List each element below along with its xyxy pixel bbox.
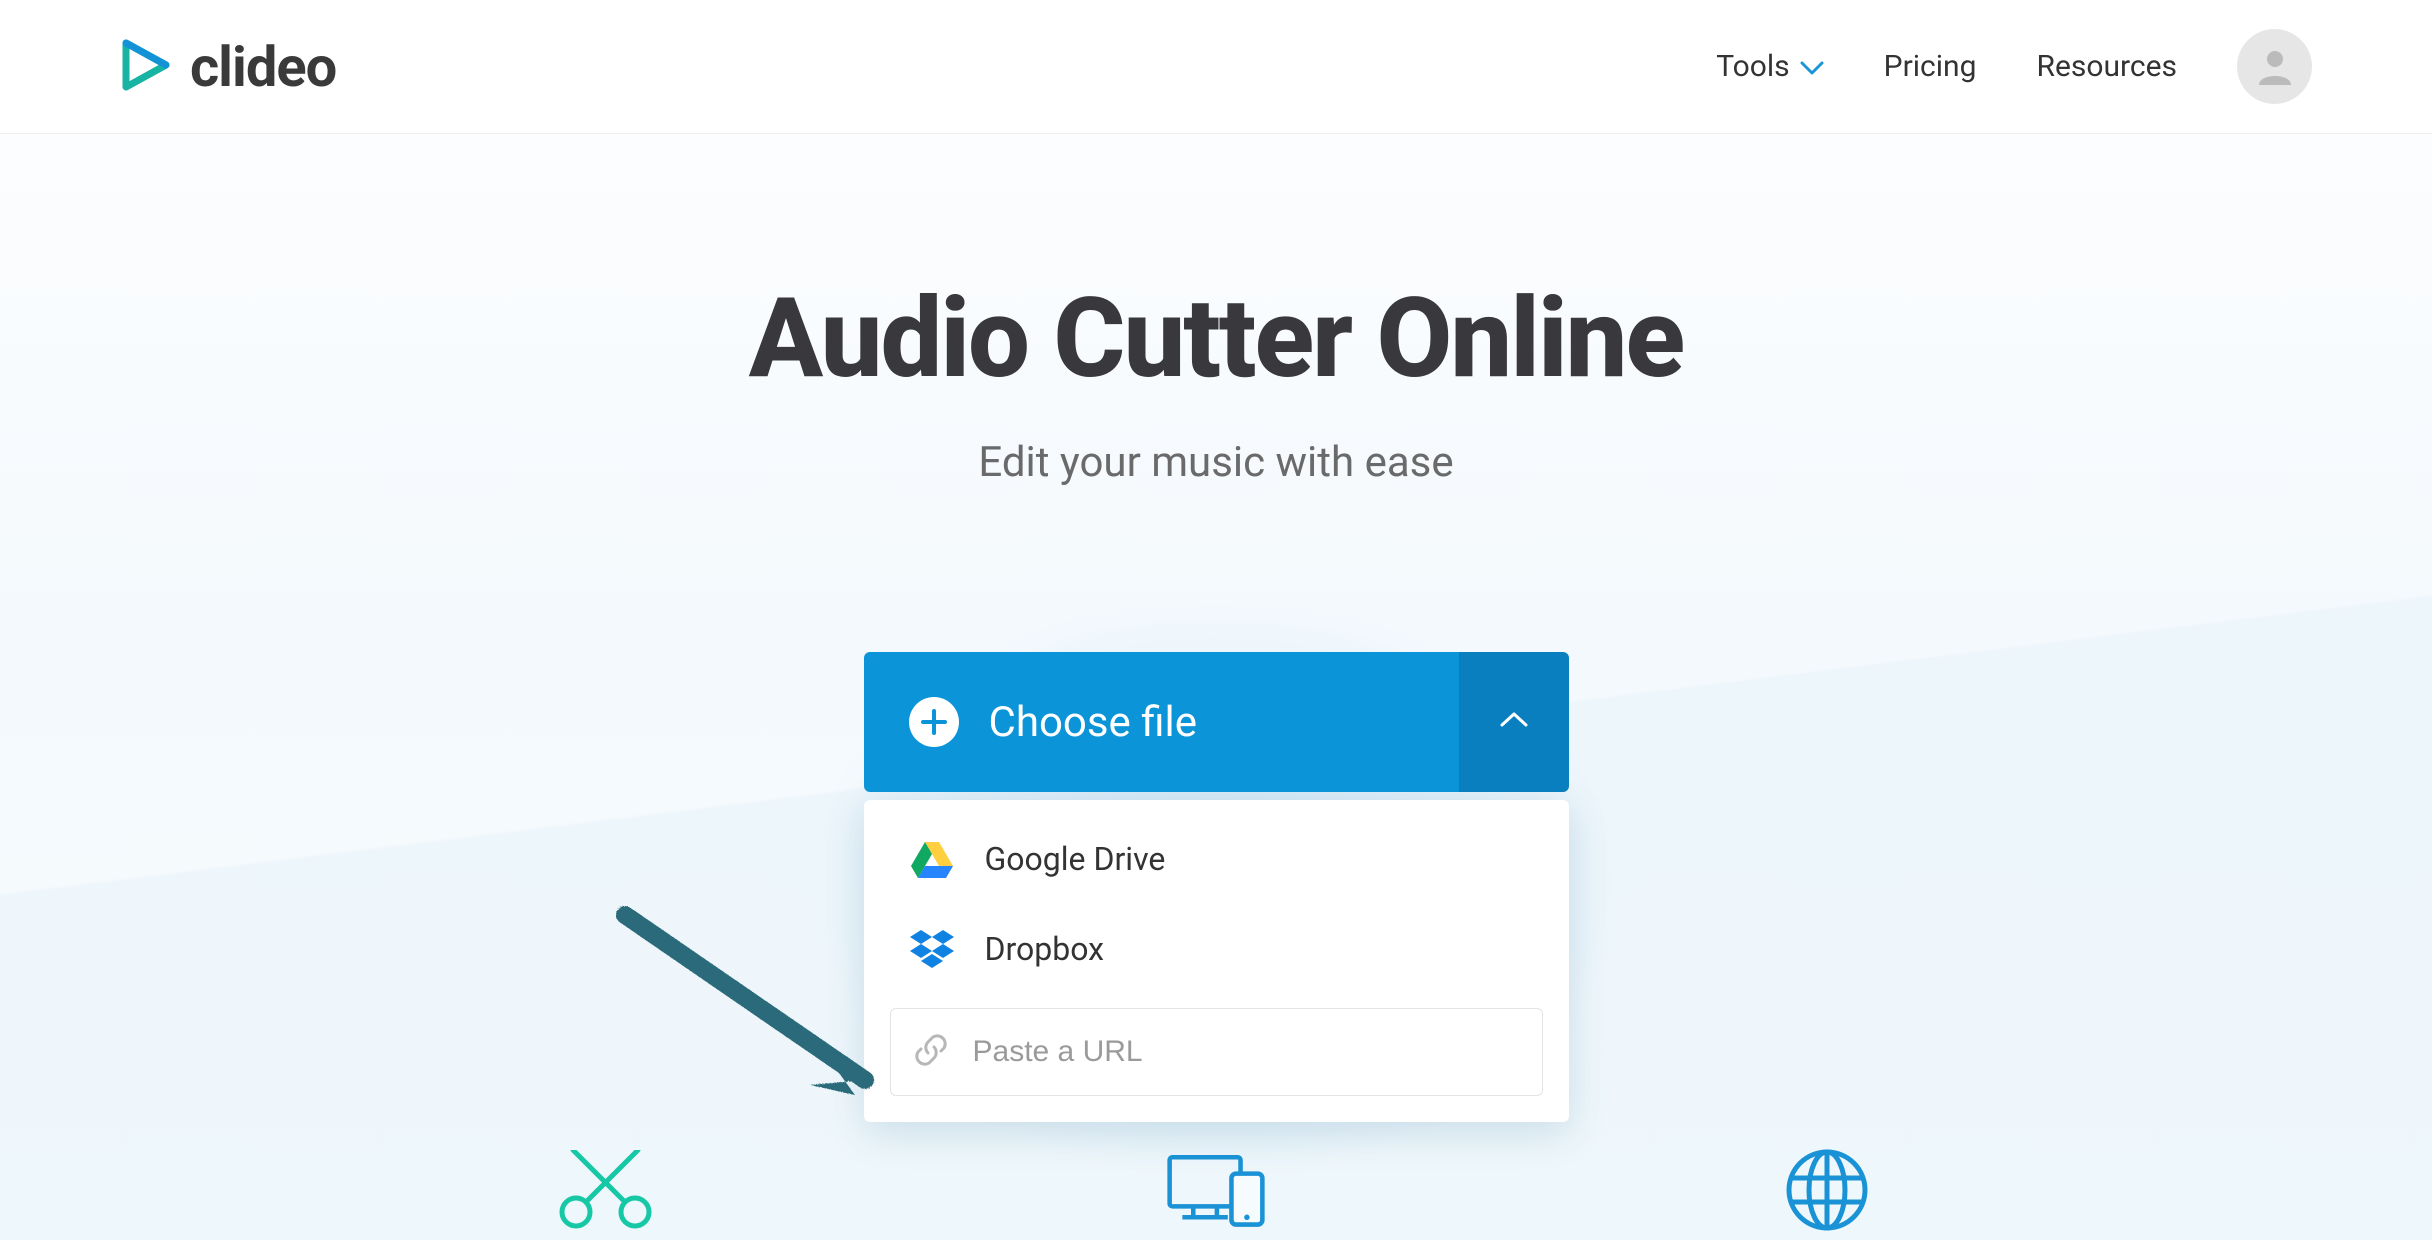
- account-avatar[interactable]: [2237, 29, 2312, 104]
- chevron-up-icon: [1499, 710, 1529, 734]
- nav-pricing-label: Pricing: [1884, 49, 1977, 84]
- brand-name: clideo: [190, 34, 336, 100]
- upload-panel: Choose file: [864, 652, 1569, 1122]
- feature-row: [0, 1140, 2432, 1240]
- upload-source-toggle[interactable]: [1459, 652, 1569, 792]
- choose-file-label: Choose file: [989, 698, 1198, 747]
- paste-url-row[interactable]: [890, 1008, 1543, 1096]
- main-content: Audio Cutter Online Edit your music with…: [0, 134, 2432, 1240]
- brand-logo[interactable]: clideo: [120, 34, 336, 100]
- source-dropbox[interactable]: Dropbox: [864, 904, 1569, 994]
- nav-tools[interactable]: Tools: [1716, 49, 1823, 84]
- choose-row: Choose file: [864, 652, 1569, 792]
- scissors-icon: [555, 1140, 655, 1240]
- play-icon: [120, 39, 172, 95]
- upload-source-dropdown: Google Drive Dropbox: [864, 800, 1569, 1122]
- nav-tools-label: Tools: [1716, 49, 1789, 84]
- plus-icon: [909, 697, 959, 747]
- page-title: Audio Cutter Online: [749, 274, 1683, 403]
- google-drive-icon: [909, 836, 955, 882]
- chevron-down-icon: [1800, 49, 1824, 84]
- devices-icon: [1166, 1140, 1266, 1240]
- header: clideo Tools Pricing Resources: [0, 0, 2432, 134]
- choose-file-button[interactable]: Choose file: [864, 652, 1459, 792]
- nav-pricing[interactable]: Pricing: [1884, 49, 1977, 84]
- nav-resources-label: Resources: [2036, 49, 2177, 84]
- page-subtitle: Edit your music with ease: [978, 438, 1453, 487]
- dropbox-icon: [909, 926, 955, 972]
- paste-url-input[interactable]: [973, 1035, 1520, 1069]
- source-dropbox-label: Dropbox: [985, 930, 1105, 968]
- person-icon: [2255, 45, 2295, 89]
- link-icon: [913, 1032, 949, 1072]
- source-google-drive-label: Google Drive: [985, 840, 1166, 878]
- primary-nav: Tools Pricing Resources: [1716, 29, 2312, 104]
- globe-icon: [1777, 1140, 1877, 1240]
- nav-resources[interactable]: Resources: [2036, 49, 2177, 84]
- source-google-drive[interactable]: Google Drive: [864, 814, 1569, 904]
